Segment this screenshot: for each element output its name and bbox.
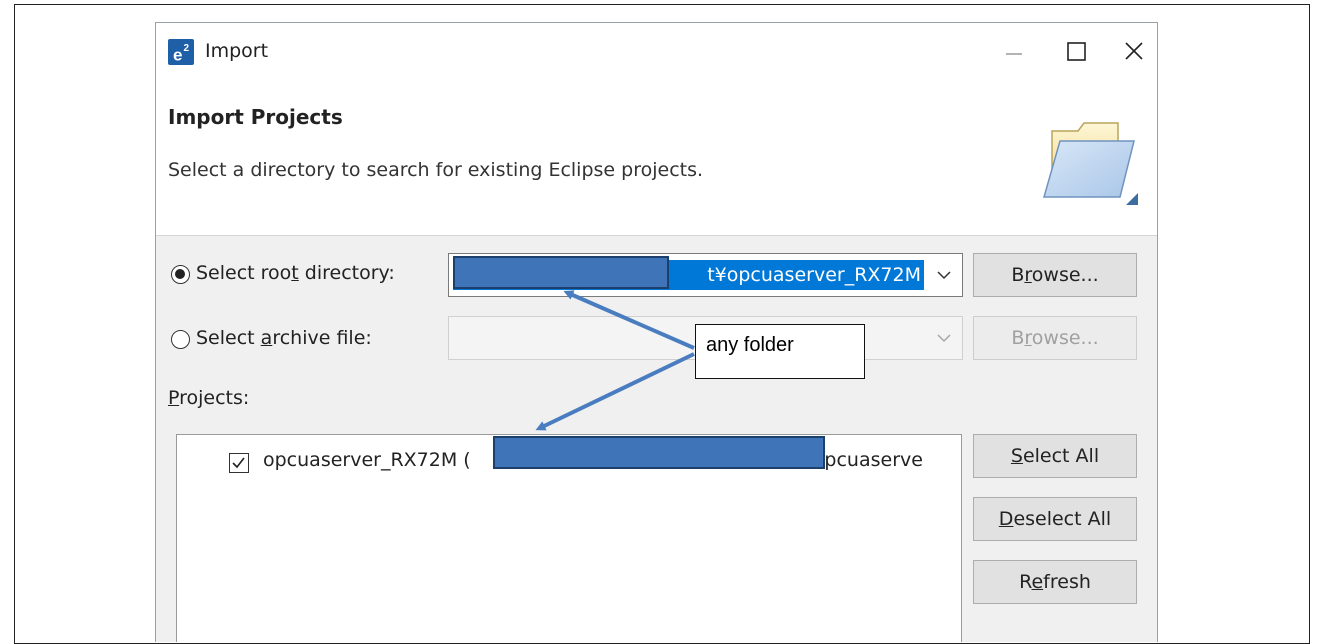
annotation-callout: any folder xyxy=(695,324,865,379)
maximize-icon xyxy=(1067,42,1086,61)
redacted-path-project xyxy=(493,436,825,469)
projects-label: Projects: xyxy=(168,387,250,409)
chevron-down-icon xyxy=(937,271,951,280)
project-checkbox[interactable] xyxy=(229,453,249,473)
root-directory-radio[interactable] xyxy=(171,265,190,284)
page-description: Select a directory to search for existin… xyxy=(168,159,704,181)
archive-file-radio[interactable] xyxy=(171,330,190,349)
title-bar: e2 Import xyxy=(156,23,1157,85)
window-title: Import xyxy=(205,40,269,62)
minimize-button[interactable] xyxy=(992,33,1036,69)
folder-icon xyxy=(1043,122,1138,205)
root-browse-button[interactable]: Browse... xyxy=(973,253,1137,297)
checkmark-icon xyxy=(232,457,245,469)
close-icon xyxy=(1125,42,1143,60)
deselect-all-button[interactable]: Deselect All xyxy=(973,497,1137,541)
root-directory-label: Select root directory: xyxy=(196,262,395,284)
e2-app-icon: e2 xyxy=(168,39,194,65)
minimize-icon xyxy=(1006,53,1022,55)
wizard-header: Import Projects Select a directory to se… xyxy=(156,85,1157,236)
refresh-button[interactable]: Refresh xyxy=(973,560,1137,604)
archive-browse-button[interactable]: Browse... xyxy=(973,316,1137,360)
import-dialog: e2 Import Import Projects Select a direc… xyxy=(155,22,1158,642)
archive-file-label: Select archive file: xyxy=(196,327,372,349)
page-title: Import Projects xyxy=(168,105,343,129)
redacted-path-root xyxy=(453,256,669,289)
maximize-button[interactable] xyxy=(1054,33,1098,69)
close-button[interactable] xyxy=(1112,33,1156,69)
chevron-down-icon xyxy=(937,334,951,343)
select-all-button[interactable]: Select All xyxy=(973,434,1137,478)
